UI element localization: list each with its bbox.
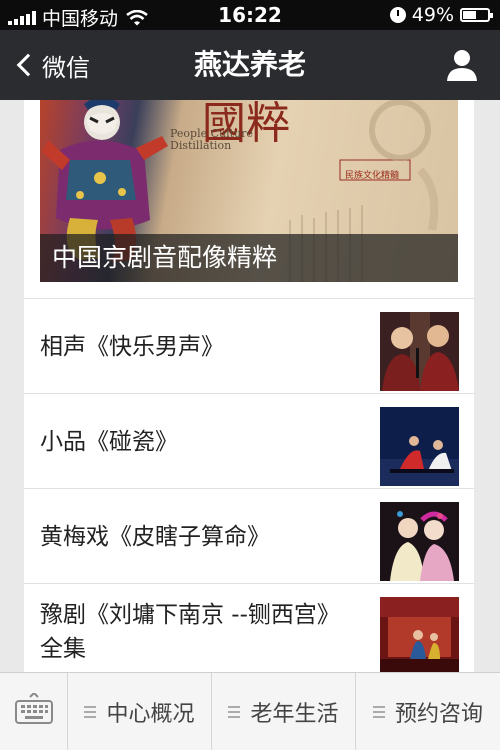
profile-icon[interactable] [444, 47, 480, 83]
list-item[interactable]: 豫剧《刘墉下南京 --铡西宫》全集 [24, 583, 474, 672]
status-bar: 中国移动 16:22 49% [0, 0, 500, 30]
bottom-menu-bar: 中心概况 老年生活 预约咨询 [0, 672, 500, 750]
list-item[interactable]: 黄梅戏《皮瞎子算命》 [24, 488, 474, 583]
menu-center-overview[interactable]: 中心概况 [68, 673, 212, 750]
menu-lines-icon [84, 706, 97, 718]
menu-label: 预约咨询 [394, 702, 483, 727]
list-item[interactable]: 小品《碰瓷》 [24, 393, 474, 488]
sketch-comedy-thumbnail [380, 407, 459, 486]
list-item-title: 小品《碰瓷》 [40, 428, 178, 455]
battery-level [463, 11, 476, 19]
huangmei-opera-thumbnail [380, 502, 459, 581]
menu-appointment[interactable]: 预约咨询 [356, 673, 500, 750]
back-label: 微信 [42, 53, 90, 82]
battery-percent: 49% [411, 4, 454, 26]
article-list: 國粹 People Culture Distillation 民族文化精髓 中国… [24, 100, 474, 672]
back-chevron-icon [16, 53, 40, 77]
hero-english-line2: Distillation [170, 139, 232, 152]
crosstalk-thumbnail [380, 312, 459, 391]
list-item-title: 豫剧《刘墉下南京 --铡西宫》全集 [40, 601, 340, 662]
keyboard-toggle-button[interactable] [0, 673, 68, 750]
menu-label: 中心概况 [106, 702, 195, 727]
battery-icon [460, 8, 493, 22]
menu-lines-icon [372, 706, 385, 718]
list-item-title: 黄梅戏《皮瞎子算命》 [40, 523, 270, 550]
list-item-title: 相声《快乐男声》 [40, 333, 224, 360]
menu-senior-life[interactable]: 老年生活 [212, 673, 356, 750]
hero-banner[interactable]: 國粹 People Culture Distillation 民族文化精髓 中国… [40, 100, 458, 282]
hero-english-text: People Culture Distillation [170, 128, 253, 152]
status-right: 49% [389, 4, 493, 26]
list-item[interactable]: 相声《快乐男声》 [24, 298, 474, 393]
nav-bar: 微信 燕达养老 [0, 30, 500, 100]
back-button[interactable]: 微信 [14, 30, 90, 100]
yu-opera-thumbnail [380, 597, 459, 672]
keyboard-icon [15, 693, 53, 724]
clock-icon [389, 7, 406, 23]
hero-tag: 民族文化精髓 [345, 171, 400, 181]
hero-caption: 中国京剧音配像精粹 [40, 234, 458, 282]
menu-label: 老年生活 [250, 702, 339, 727]
menu-lines-icon [228, 706, 241, 718]
